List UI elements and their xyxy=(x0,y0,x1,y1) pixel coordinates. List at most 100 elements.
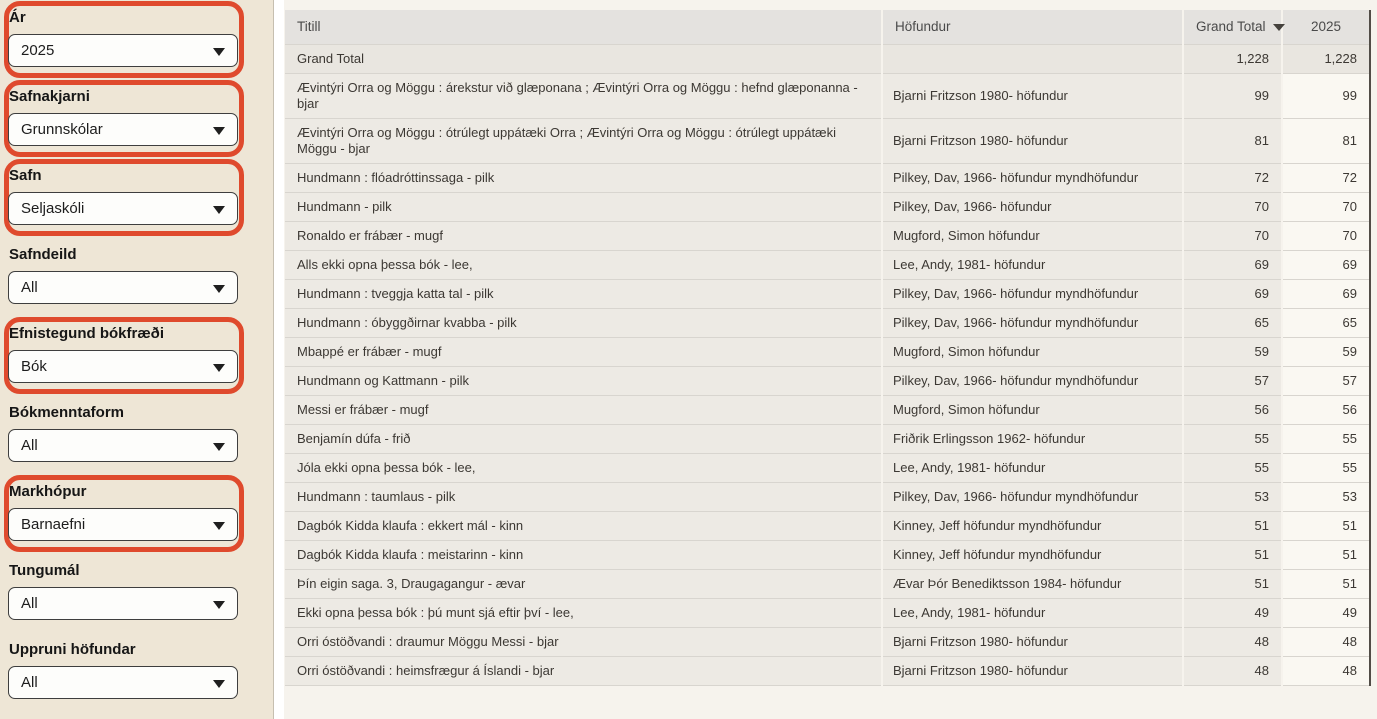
table-header: Titill Höfundur Grand Total 2025 xyxy=(285,10,1371,45)
author-cell: Lee, Andy, 1981- höfundur xyxy=(881,250,1183,280)
column-header-titill[interactable]: Titill xyxy=(285,10,882,45)
column-header-hofundur[interactable]: Höfundur xyxy=(881,10,1183,45)
filter-sidebar: Ár 2025 Safnakjarni Grunnskólar Safn Sel… xyxy=(0,0,274,719)
chevron-down-icon xyxy=(213,680,225,688)
author-cell: Ævar Þór Benediktsson 1984- höfundur xyxy=(881,569,1183,599)
filter-label: Tungumál xyxy=(9,562,80,579)
grand-total-cell: 70 xyxy=(1182,192,1282,222)
author-cell: Bjarni Fritzson 1980- höfundur xyxy=(881,73,1183,119)
filter-label: Bókmenntaform xyxy=(9,404,125,421)
filter-selected-value: 2025 xyxy=(21,42,55,59)
grand-total-2025-cell: 1,228 xyxy=(1281,44,1371,74)
author-cell: Kinney, Jeff höfundur myndhöfundur xyxy=(881,540,1183,570)
title-cell: Hundmann og Kattmann - pilk xyxy=(285,366,882,396)
author-cell: Kinney, Jeff höfundur myndhöfundur xyxy=(881,511,1183,541)
filter-group-ar: Ár 2025 xyxy=(4,1,244,78)
title-cell: Dagbók Kidda klaufa : meistarinn - kinn xyxy=(285,540,882,570)
chevron-down-icon xyxy=(213,601,225,609)
author-cell: Bjarni Fritzson 1980- höfundur xyxy=(881,656,1183,686)
author-cell: Mugford, Simon höfundur xyxy=(881,221,1183,251)
chevron-down-icon xyxy=(213,48,225,56)
column-header-2025[interactable]: 2025 xyxy=(1281,10,1371,45)
title-cell: Orri óstöðvandi : heimsfrægur á Íslandi … xyxy=(285,656,882,686)
filter-label: Ár xyxy=(9,9,26,26)
filter-group-markhopur: Markhópur Barnaefni xyxy=(4,475,244,552)
filter-label: Safndeild xyxy=(9,246,77,263)
results-table: Titill Höfundur Grand Total 2025 Grand T… xyxy=(285,10,1371,686)
filter-group-tungumal: Tungumál All xyxy=(8,562,238,620)
chevron-down-icon xyxy=(213,364,225,372)
filter-group-bokmenntaform: Bókmenntaform All xyxy=(8,404,238,462)
title-cell: Hundmann - pilk xyxy=(285,192,882,222)
filter-list: Ár 2025 Safnakjarni Grunnskólar Safn Sel… xyxy=(4,1,265,699)
year-2025-cell: 53 xyxy=(1281,482,1371,512)
title-cell: Orri óstöðvandi : draumur Möggu Messi - … xyxy=(285,627,882,657)
author-cell: Mugford, Simon höfundur xyxy=(881,395,1183,425)
author-cell: Pilkey, Dav, 1966- höfundur myndhöfundur xyxy=(881,163,1183,193)
table-row: Jóla ekki opna þessa bók - lee, Lee, And… xyxy=(285,453,1371,483)
filter-dropdown-markhopur[interactable]: Barnaefni xyxy=(8,508,238,541)
grand-total-cell: 51 xyxy=(1182,540,1282,570)
column-header-grand-total[interactable]: Grand Total xyxy=(1182,10,1285,45)
title-cell: Ronaldo er frábær - mugf xyxy=(285,221,882,251)
grand-total-cell: 51 xyxy=(1182,511,1282,541)
year-2025-cell: 55 xyxy=(1281,453,1371,483)
filter-selected-value: Barnaefni xyxy=(21,516,86,533)
table-row: Ævintýri Orra og Möggu : ótrúlegt uppátæ… xyxy=(285,118,1371,164)
filter-label: Uppruni höfundar xyxy=(9,641,136,658)
table-row: Messi er frábær - mugf Mugford, Simon hö… xyxy=(285,395,1371,425)
author-cell: Pilkey, Dav, 1966- höfundur xyxy=(881,192,1183,222)
year-2025-cell: 65 xyxy=(1281,308,1371,338)
grand-total-cell: 69 xyxy=(1182,279,1282,309)
table-row: Dagbók Kidda klaufa : ekkert mál - kinn … xyxy=(285,511,1371,541)
table-body: Grand Total 1,228 1,228 Ævintýri Orra og… xyxy=(285,44,1371,686)
grand-total-cell: 53 xyxy=(1182,482,1282,512)
title-cell: Ævintýri Orra og Möggu : ótrúlegt uppátæ… xyxy=(285,118,882,164)
table-row: Ekki opna þessa bók : þú munt sjá eftir … xyxy=(285,598,1371,628)
year-2025-cell: 51 xyxy=(1281,540,1371,570)
author-cell: Lee, Andy, 1981- höfundur xyxy=(881,453,1183,483)
title-cell: Hundmann : flóadróttinssaga - pilk xyxy=(285,163,882,193)
chevron-down-icon xyxy=(213,285,225,293)
filter-dropdown-tungumal[interactable]: All xyxy=(8,587,238,620)
table-row: Þín eigin saga. 3, Draugagangur - ævar Æ… xyxy=(285,569,1371,599)
filter-selected-value: All xyxy=(21,674,38,691)
author-cell: Pilkey, Dav, 1966- höfundur myndhöfundur xyxy=(881,482,1183,512)
filter-dropdown-safndeild[interactable]: All xyxy=(8,271,238,304)
table-row: Orri óstöðvandi : heimsfrægur á Íslandi … xyxy=(285,656,1371,686)
grand-total-cell: 51 xyxy=(1182,569,1282,599)
filter-selected-value: All xyxy=(21,437,38,454)
grand-total-cell: 81 xyxy=(1182,118,1282,164)
grand-total-value-cell: 1,228 xyxy=(1182,44,1282,74)
year-2025-cell: 69 xyxy=(1281,250,1371,280)
table-row: Mbappé er frábær - mugf Mugford, Simon h… xyxy=(285,337,1371,367)
filter-label: Safn xyxy=(9,167,42,184)
year-2025-cell: 56 xyxy=(1281,395,1371,425)
filter-selected-value: Grunnskólar xyxy=(21,121,103,138)
filter-group-safn: Safn Seljaskóli xyxy=(4,159,244,236)
filter-dropdown-uppruni-hofundar[interactable]: All xyxy=(8,666,238,699)
grand-total-cell: 48 xyxy=(1182,627,1282,657)
author-cell: Bjarni Fritzson 1980- höfundur xyxy=(881,627,1183,657)
author-cell: Pilkey, Dav, 1966- höfundur myndhöfundur xyxy=(881,279,1183,309)
author-cell: Pilkey, Dav, 1966- höfundur myndhöfundur xyxy=(881,308,1183,338)
table-row: Alls ekki opna þessa bók - lee, Lee, And… xyxy=(285,250,1371,280)
table-row: Ævintýri Orra og Möggu : árekstur við gl… xyxy=(285,73,1371,119)
year-2025-cell: 51 xyxy=(1281,569,1371,599)
year-2025-cell: 69 xyxy=(1281,279,1371,309)
filter-dropdown-safn[interactable]: Seljaskóli xyxy=(8,192,238,225)
filter-dropdown-efnistegund-bokfr-i[interactable]: Bók xyxy=(8,350,238,383)
grand-total-cell: 65 xyxy=(1182,308,1282,338)
filter-selected-value: All xyxy=(21,279,38,296)
filter-group-safndeild: Safndeild All xyxy=(8,246,238,304)
author-cell: Bjarni Fritzson 1980- höfundur xyxy=(881,118,1183,164)
filter-dropdown-ar[interactable]: 2025 xyxy=(8,34,238,67)
year-2025-cell: 72 xyxy=(1281,163,1371,193)
sort-descending-icon[interactable] xyxy=(1272,24,1285,32)
title-cell: Hundmann : tveggja katta tal - pilk xyxy=(285,279,882,309)
filter-dropdown-bokmenntaform[interactable]: All xyxy=(8,429,238,462)
table-row: Dagbók Kidda klaufa : meistarinn - kinn … xyxy=(285,540,1371,570)
grand-total-cell: 70 xyxy=(1182,221,1282,251)
table-row: Hundmann - pilk Pilkey, Dav, 1966- höfun… xyxy=(285,192,1371,222)
filter-dropdown-safnakjarni[interactable]: Grunnskólar xyxy=(8,113,238,146)
